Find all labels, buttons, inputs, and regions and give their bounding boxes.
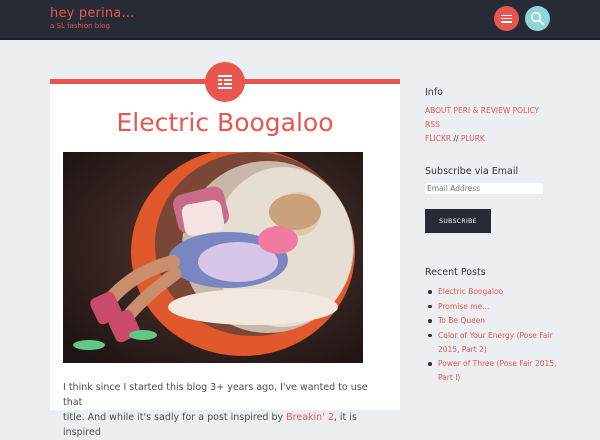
subscribe-button[interactable]: SUBSCRIBE (425, 209, 491, 233)
menu-icon-bar (501, 17, 512, 20)
post-excerpt-line-1: I think since I started this blog 3+ yea… (63, 382, 368, 408)
recent-posts-list: Electric Boogaloo Promise me... To Be Qu… (425, 285, 560, 386)
recent-post-item[interactable]: Electric Boogaloo (425, 285, 560, 299)
post-illustration (63, 152, 363, 363)
about-policy-link[interactable]: ABOUT PERI & REVIEW POLICY (425, 106, 539, 115)
link-separator: // (451, 134, 461, 143)
post-excerpt-text: title. And while it's sadly for a post i… (63, 412, 287, 423)
post-excerpt-line-2: title. And while it's sadly for a post i… (63, 410, 379, 440)
post-title[interactable]: Electric Boogaloo (50, 108, 400, 137)
post-format-badge (205, 62, 245, 102)
email-address-input[interactable] (425, 183, 543, 194)
menu-icon (501, 14, 512, 17)
site-tagline: a SL fashion blog (50, 22, 110, 30)
flickr-link[interactable]: FLICKR (425, 134, 451, 143)
rss-link[interactable]: RSS (425, 120, 440, 129)
recent-posts-title: Recent Posts (425, 267, 486, 278)
search-button[interactable] (525, 6, 550, 31)
standard-post-icon (218, 75, 232, 89)
search-icon (530, 11, 544, 25)
recent-post-item[interactable]: Promise me... (425, 300, 560, 314)
plurk-link[interactable]: PLURK (461, 134, 485, 143)
post-image[interactable] (63, 152, 363, 363)
recent-post-item[interactable]: Color of Your Energy (Pose Fair 2015, Pa… (425, 329, 560, 357)
recent-post-item[interactable]: Power of Three (Pose Fair 2015, Part I) (425, 357, 560, 385)
flickr-plurk-row: FLICKR // PLURK (425, 134, 485, 143)
breakin-2-link[interactable]: Breakin' 2 (286, 412, 334, 423)
recent-post-item[interactable]: To Be Queen (425, 314, 560, 328)
info-widget-title: Info (425, 87, 443, 98)
post-excerpt: I think since I started this blog 3+ yea… (63, 380, 379, 440)
menu-icon-bar (501, 21, 512, 23)
subscribe-widget-title: Subscribe via Email (425, 166, 519, 177)
menu-button[interactable] (494, 6, 519, 31)
site-title[interactable]: hey perina... (50, 6, 134, 21)
